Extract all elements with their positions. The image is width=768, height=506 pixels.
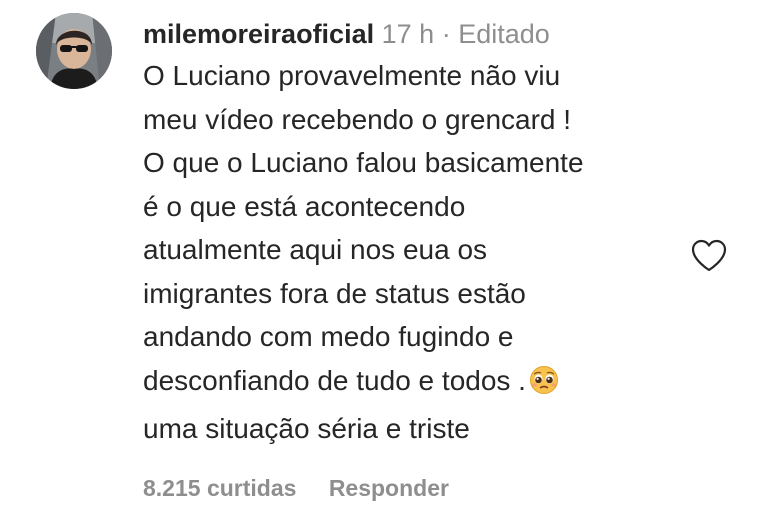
comment-line: O Luciano provavelmente não viu — [143, 60, 561, 91]
avatar-image — [36, 13, 112, 89]
comment-body: milemoreiraoficial 17 h · Editado O Luci… — [143, 14, 678, 451]
comment: milemoreiraoficial 17 h · Editado O Luci… — [0, 0, 768, 506]
avatar[interactable] — [36, 13, 112, 89]
comment-line: é o que está acontecendo — [143, 190, 466, 222]
likes-count[interactable]: 8.215 curtidas — [143, 475, 296, 501]
comment-line: desconfiando de tudo e todos . — [143, 364, 526, 396]
comment-line: meu vídeo recebendo o grencard ! — [143, 103, 572, 135]
separator-dot: · — [434, 19, 459, 49]
comment-header: milemoreiraoficial 17 h · Editado — [143, 14, 678, 54]
comment-line: imigrantes fora de status estão — [143, 277, 526, 309]
comment-line: uma situação séria e triste — [143, 413, 470, 444]
pleading-face-emoji — [529, 364, 559, 408]
comment-line-with-emoji: desconfiando de tudo e todos . — [143, 359, 678, 408]
edited-label: Editado — [458, 19, 550, 49]
heart-outline-icon[interactable] — [690, 238, 728, 274]
comment-line: andando com medo fugindo e — [143, 321, 514, 352]
comment-line: atualmente aqui nos eua os — [143, 234, 488, 265]
comment-text: O Luciano provavelmente não viu meu víde… — [143, 54, 678, 451]
comment-line: O que o Luciano falou basicamente — [143, 147, 584, 178]
timestamp[interactable]: 17 h — [382, 19, 435, 49]
username[interactable]: milemoreiraoficial — [143, 19, 374, 49]
reply-button[interactable]: Responder — [329, 475, 449, 501]
comment-footer: 8.215 curtidas Responder — [143, 475, 449, 502]
